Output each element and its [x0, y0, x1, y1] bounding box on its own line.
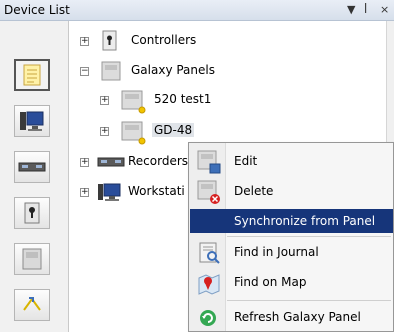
- tree-node-label: Controllers: [131, 33, 197, 47]
- tree-node-label: GD-48: [152, 123, 195, 137]
- close-icon[interactable]: ×: [380, 3, 389, 16]
- menu-item-synchronize-from-panel[interactable]: Synchronize from Panel: [190, 209, 393, 233]
- menu-item-label: Edit: [234, 154, 258, 168]
- menu-item-label: Find on Map: [234, 275, 307, 289]
- pin-icon[interactable]: ꟾ: [364, 3, 367, 16]
- notes-list-button[interactable]: [14, 59, 50, 91]
- tree-node-gd-48[interactable]: + GD-48: [100, 120, 210, 145]
- tree-node-520-test1[interactable]: + 520 test1: [100, 89, 220, 114]
- panel-title-bar: Device List ▼ ꟾ ×: [0, 0, 394, 21]
- menu-item-edit[interactable]: Edit: [190, 147, 393, 177]
- tree-expander[interactable]: +: [80, 37, 89, 46]
- recorders-button[interactable]: [14, 151, 50, 183]
- recorder-icon: [18, 162, 46, 172]
- tree-node-galaxy-panels[interactable]: − Galaxy Panels: [80, 60, 220, 82]
- tree-collapser[interactable]: −: [80, 67, 89, 76]
- delete-panel-icon: [197, 180, 220, 204]
- tree-node-recorders[interactable]: + Recorders: [80, 151, 190, 173]
- menu-item-refresh-galaxy-panel[interactable]: Refresh Galaxy Panel: [190, 304, 393, 330]
- tree-node-label: Galaxy Panels: [131, 63, 215, 77]
- edit-panel-icon: [197, 150, 221, 174]
- menu-separator: [227, 300, 391, 301]
- tree-expander[interactable]: +: [80, 188, 89, 197]
- galaxy-panel-icon: [101, 61, 121, 81]
- workstation-icon: [20, 111, 44, 131]
- controller-icon: [102, 30, 117, 51]
- map-pin-icon: [198, 274, 220, 295]
- menu-item-find-in-journal[interactable]: Find in Journal: [190, 239, 393, 267]
- tree-node-label: 520 test1: [154, 92, 212, 106]
- galaxy-panels-button[interactable]: [14, 243, 50, 275]
- tree-node-controllers[interactable]: + Controllers: [80, 30, 200, 52]
- synchronize-button[interactable]: [14, 289, 50, 321]
- menu-item-label: Synchronize from Panel: [234, 214, 376, 228]
- tree-node-workstations[interactable]: + Workstati: [80, 181, 190, 203]
- panel-title: Device List: [4, 3, 70, 17]
- menu-item-find-on-map[interactable]: Find on Map: [190, 269, 393, 297]
- context-menu: Edit Delete Synchronize from Panel Find …: [188, 142, 394, 332]
- recorder-icon: [97, 157, 125, 167]
- menu-separator: [227, 236, 391, 237]
- workstations-button[interactable]: [14, 105, 50, 137]
- device-type-toolbar: [0, 21, 69, 332]
- workstation-icon: [98, 183, 121, 201]
- galaxy-panel-icon: [121, 90, 146, 114]
- dropdown-arrow-icon[interactable]: ▼: [347, 3, 355, 16]
- notes-list-icon: [23, 64, 41, 86]
- menu-item-label: Find in Journal: [234, 245, 319, 259]
- tree-node-label: Recorders: [128, 154, 189, 168]
- menu-item-label: Delete: [234, 184, 274, 198]
- tree-node-label: Workstati: [128, 184, 185, 198]
- tree-expander[interactable]: +: [80, 158, 89, 167]
- menu-item-delete[interactable]: Delete: [190, 177, 393, 207]
- controllers-button[interactable]: [14, 197, 50, 229]
- galaxy-panel-icon: [121, 121, 146, 145]
- tree-expander[interactable]: +: [100, 96, 109, 105]
- device-list-panel: Device List ▼ ꟾ × + Controllers − Galaxy…: [0, 0, 394, 332]
- journal-search-icon: [199, 242, 220, 264]
- menu-item-label: Refresh Galaxy Panel: [234, 310, 361, 324]
- controller-keyhole-icon: [24, 202, 40, 224]
- sync-arrows-icon: [23, 297, 41, 311]
- refresh-icon: [200, 310, 216, 326]
- galaxy-panel-icon: [22, 248, 42, 270]
- tree-expander[interactable]: +: [100, 127, 109, 136]
